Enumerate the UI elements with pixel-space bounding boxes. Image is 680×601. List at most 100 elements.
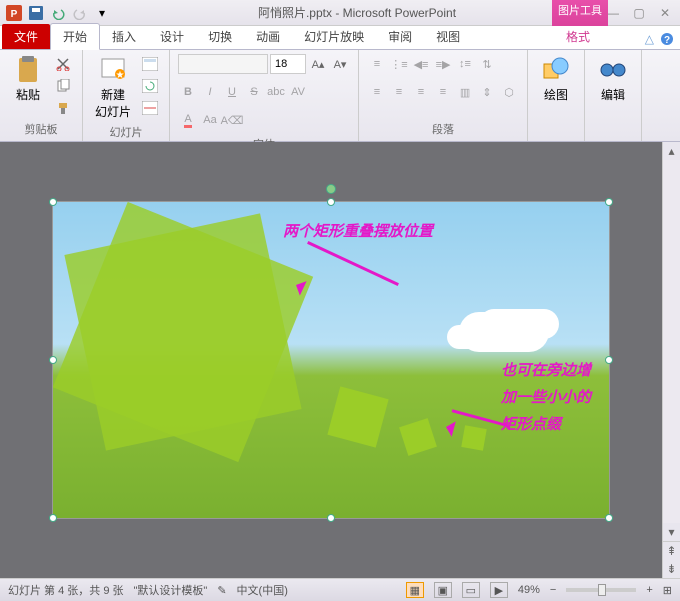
scrollbar-track[interactable]	[663, 160, 680, 523]
qat-more-icon[interactable]: ▾	[92, 3, 112, 23]
line-spacing-button[interactable]: ↕≡	[455, 54, 475, 74]
section-icon	[142, 101, 158, 115]
justify-button[interactable]: ≡	[433, 82, 453, 102]
small-rectangle-1	[327, 386, 388, 447]
resize-handle-mr[interactable]	[605, 356, 613, 364]
increase-font-button[interactable]: A▴	[308, 54, 328, 74]
sorter-view-button[interactable]: ▣	[434, 582, 452, 598]
new-slide-icon: ★	[99, 56, 127, 84]
reading-view-button[interactable]: ▭	[462, 582, 480, 598]
resize-handle-br[interactable]	[605, 514, 613, 522]
resize-handle-bc[interactable]	[327, 514, 335, 522]
svg-text:?: ?	[664, 35, 670, 46]
slide-layout-button[interactable]	[139, 54, 161, 74]
align-text-button[interactable]: ⇕	[477, 82, 497, 102]
font-color-button[interactable]: A	[178, 110, 198, 130]
resize-handle-tr[interactable]	[605, 198, 613, 206]
italic-button[interactable]: I	[200, 82, 220, 102]
tab-slideshow[interactable]: 幻灯片放映	[292, 24, 376, 49]
font-family-input[interactable]	[178, 54, 268, 74]
smartart-button[interactable]: ⬡	[499, 82, 519, 102]
rotate-handle[interactable]	[326, 184, 336, 194]
shapes-icon	[542, 56, 570, 84]
resize-handle-ml[interactable]	[49, 356, 57, 364]
zoom-slider[interactable]	[566, 588, 636, 592]
text-direction-button[interactable]: ⇅	[477, 54, 497, 74]
clear-format-button[interactable]: A⌫	[222, 110, 242, 130]
drawing-button[interactable]: 绘图	[536, 54, 576, 105]
tab-file[interactable]: 文件	[2, 24, 50, 49]
font-size-input[interactable]	[270, 54, 306, 74]
tab-insert[interactable]: 插入	[100, 24, 148, 49]
reset-button[interactable]	[139, 76, 161, 96]
align-right-button[interactable]: ≡	[411, 82, 431, 102]
bold-button[interactable]: B	[178, 82, 198, 102]
find-button[interactable]: 编辑	[593, 54, 633, 105]
cut-button[interactable]	[52, 54, 74, 74]
group-slides-label: 幻灯片	[91, 122, 161, 140]
ribbon-minimize-icon[interactable]: △	[645, 32, 654, 49]
underline-button[interactable]: U	[222, 82, 242, 102]
layout-icon	[142, 57, 158, 71]
status-language[interactable]: 中文(中国)	[237, 582, 288, 598]
annotation-right: 也可在旁边增加一些小小的矩形点缀	[501, 357, 601, 438]
slideshow-view-button[interactable]: ▶	[490, 582, 508, 598]
arrow-1	[307, 241, 399, 286]
zoom-out-button[interactable]: −	[550, 584, 556, 596]
shadow-button[interactable]: abc	[266, 82, 286, 102]
increase-indent-button[interactable]: ≡▶	[433, 54, 453, 74]
arrow-2-head	[436, 417, 456, 437]
svg-text:P: P	[11, 9, 18, 20]
svg-text:★: ★	[116, 70, 125, 81]
ppt-icon[interactable]: P	[4, 3, 24, 23]
tab-animations[interactable]: 动画	[244, 24, 292, 49]
zoom-in-button[interactable]: +	[646, 584, 652, 596]
help-icon[interactable]: ?	[660, 32, 674, 49]
fit-window-button[interactable]: ⊞	[663, 584, 672, 597]
scroll-down-button[interactable]: ▾	[663, 523, 680, 541]
zoom-thumb[interactable]	[598, 584, 606, 596]
scroll-up-button[interactable]: ▴	[663, 142, 680, 160]
decrease-indent-button[interactable]: ◀≡	[411, 54, 431, 74]
decrease-font-button[interactable]: A▾	[330, 54, 350, 74]
small-rectangle-3	[461, 425, 486, 450]
tab-transitions[interactable]: 切换	[196, 24, 244, 49]
tab-home[interactable]: 开始	[50, 23, 100, 50]
undo-button[interactable]	[48, 3, 68, 23]
binoculars-icon	[599, 56, 627, 84]
prev-slide-button[interactable]: ⇞	[663, 542, 680, 560]
strikethrough-button[interactable]: S	[244, 82, 264, 102]
slide-canvas[interactable]: 两个矩形重叠摆放位置 也可在旁边增加一些小小的矩形点缀	[0, 142, 662, 578]
save-button[interactable]	[26, 3, 46, 23]
tab-review[interactable]: 审阅	[376, 24, 424, 49]
resize-handle-tc[interactable]	[327, 198, 335, 206]
change-case-button[interactable]: Aa	[200, 110, 220, 130]
resize-handle-tl[interactable]	[49, 198, 57, 206]
zoom-level[interactable]: 49%	[518, 584, 540, 596]
numbering-button[interactable]: ⋮≡	[389, 54, 409, 74]
section-button[interactable]	[139, 98, 161, 118]
columns-button[interactable]: ▥	[455, 82, 475, 102]
group-paragraph-label: 段落	[367, 119, 519, 137]
tab-format[interactable]: 格式	[554, 24, 602, 49]
align-left-button[interactable]: ≡	[367, 82, 387, 102]
character-spacing-button[interactable]: AV	[288, 82, 308, 102]
resize-handle-bl[interactable]	[49, 514, 57, 522]
new-slide-button[interactable]: ★ 新建 幻灯片	[91, 54, 135, 122]
redo-button[interactable]	[70, 3, 90, 23]
paste-icon	[14, 56, 42, 84]
close-button[interactable]: ✕	[654, 4, 676, 22]
normal-view-button[interactable]: ▦	[406, 582, 424, 598]
small-rectangle-2	[399, 418, 437, 456]
maximize-button[interactable]: ▢	[628, 4, 650, 22]
tab-view[interactable]: 视图	[424, 24, 472, 49]
copy-button[interactable]	[52, 76, 74, 96]
bullets-button[interactable]: ≡	[367, 54, 387, 74]
group-clipboard-label: 剪贴板	[8, 119, 74, 137]
paste-button[interactable]: 粘贴	[8, 54, 48, 105]
selected-image[interactable]: 两个矩形重叠摆放位置 也可在旁边增加一些小小的矩形点缀	[52, 201, 610, 519]
align-center-button[interactable]: ≡	[389, 82, 409, 102]
next-slide-button[interactable]: ⇟	[663, 560, 680, 578]
tab-design[interactable]: 设计	[148, 24, 196, 49]
format-painter-button[interactable]	[52, 98, 74, 118]
